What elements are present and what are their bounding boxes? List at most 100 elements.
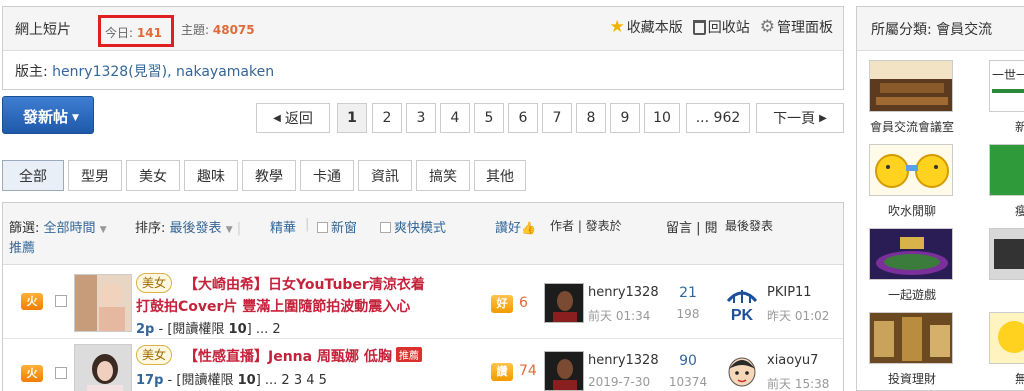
- pager-page-4[interactable]: 4: [440, 103, 470, 133]
- chevron-right-icon: ▶: [819, 112, 827, 124]
- pager-page-10[interactable]: 10: [644, 103, 680, 133]
- likes-sort-link[interactable]: 讚好👍: [495, 217, 536, 236]
- favorite-forum-link[interactable]: ★ 收藏本版: [610, 17, 683, 37]
- chitchat-image: [870, 145, 952, 195]
- sidebar-forum-meeting-room[interactable]: 會員交流會議室: [857, 60, 967, 135]
- avatar[interactable]: [722, 351, 762, 391]
- sidebar-forum-partial-3[interactable]: [977, 228, 1024, 280]
- thread-select-checkbox[interactable]: [55, 295, 67, 307]
- pager-page-8[interactable]: 8: [576, 103, 606, 133]
- table-row: 火 美女 【性感直播】Jenna 周甄娜 低胸 推薦 17p - [閱讀權限 10…: [3, 338, 843, 391]
- sort-filter: 排序: 最後發表 ▼ |: [135, 217, 241, 236]
- trash-icon: [692, 19, 706, 35]
- moderator-links[interactable]: henry1328(見習), nakayamaken: [52, 64, 274, 80]
- chevron-left-icon: ◀: [273, 112, 281, 124]
- tab-cartoon[interactable]: 卡通: [300, 160, 354, 191]
- author-link[interactable]: henry1328: [588, 353, 659, 368]
- post-date: 前天 01:34: [588, 309, 651, 323]
- forum-thumbnail: [989, 144, 1024, 196]
- reply-count[interactable]: 21: [663, 285, 713, 301]
- pager-page-2[interactable]: 2: [372, 103, 402, 133]
- tab-funny[interactable]: 搞笑: [416, 160, 470, 191]
- thread-title-link-cont[interactable]: 打鼓拍Cover片 豐滿上圍隨節拍波動震入心: [136, 296, 410, 316]
- view-count: 10374: [668, 375, 708, 389]
- pk-logo-icon: PK: [722, 283, 762, 323]
- digest-link[interactable]: 精華: [270, 217, 296, 236]
- pager-next-button[interactable]: 下一頁 ▶: [756, 103, 844, 133]
- tab-fun[interactable]: 趣味: [184, 160, 238, 191]
- likes-label: 讚好: [495, 221, 522, 236]
- read-permission-end: ]: [246, 322, 252, 337]
- time-filter: 篩選: 全部時間 ▼: [9, 217, 107, 236]
- thread-title-link[interactable]: 【性感直播】Jenna 周甄娜 低胸 推薦: [184, 346, 422, 366]
- thread-thumbnail[interactable]: [74, 274, 132, 332]
- quick-mode-toggle[interactable]: 爽快模式: [380, 217, 446, 236]
- sidebar-forum-games[interactable]: 一起遊戲: [857, 228, 967, 303]
- hot-thread-icon: 火: [21, 365, 43, 382]
- avatar-image: [545, 284, 583, 322]
- admin-label: 管理面板: [777, 20, 833, 36]
- sidebar-forum-investment[interactable]: 投資理財: [857, 312, 967, 387]
- pager-page-5[interactable]: 5: [474, 103, 504, 133]
- reply-count[interactable]: 90: [663, 353, 713, 369]
- pager-page-3[interactable]: 3: [406, 103, 436, 133]
- checkbox[interactable]: [317, 222, 328, 233]
- threads-label: 主題:: [181, 23, 210, 37]
- table-row: 火 美女 【大崎由希】日女YouTuber清涼衣着 打鼓拍Cover片 豐滿上圍…: [3, 265, 843, 337]
- view-count: 198: [676, 307, 700, 321]
- time-filter-dropdown[interactable]: 全部時間: [44, 221, 96, 236]
- forum-title: 網上短片: [15, 22, 71, 38]
- favorite-label: 收藏本版: [626, 20, 683, 36]
- thread-thumbnail[interactable]: [74, 344, 132, 391]
- last-post-date[interactable]: 昨天 01:02: [767, 307, 829, 324]
- avatar-image: [722, 351, 762, 391]
- new-window-toggle[interactable]: 新窗: [317, 217, 357, 236]
- last-poster-link[interactable]: PKIP11: [767, 285, 812, 300]
- forum-header: 網上短片 今日: 141 主題: 48075 ★ 收藏本版 回收站 ⚙ 管理面板…: [2, 6, 844, 90]
- pager-page-9[interactable]: 9: [610, 103, 640, 133]
- forum-caption: 一起遊戲: [887, 288, 936, 302]
- gear-icon: ⚙: [759, 17, 775, 37]
- pager-page-7[interactable]: 7: [542, 103, 572, 133]
- page-links[interactable]: ... 2: [256, 322, 281, 337]
- forum-thumbnail: [869, 144, 953, 196]
- today-count: 141: [136, 26, 162, 40]
- tab-men[interactable]: 型男: [68, 160, 122, 191]
- recycle-bin-link[interactable]: 回收站: [692, 17, 750, 37]
- sidebar-forum-chitchat[interactable]: 吹水閒聊: [857, 144, 967, 219]
- tab-all[interactable]: 全部: [2, 160, 64, 191]
- new-post-button[interactable]: 發新帖 ▼: [2, 96, 94, 134]
- divider: |: [236, 221, 242, 236]
- sidebar-forum-partial-4[interactable]: 無: [977, 312, 1024, 387]
- divider: |: [305, 217, 310, 232]
- checkbox[interactable]: [380, 222, 391, 233]
- recommend-link[interactable]: 推薦: [9, 237, 35, 256]
- sidebar-forum-partial-2[interactable]: 瘦: [977, 144, 1024, 219]
- avatar[interactable]: [544, 283, 584, 323]
- tab-other[interactable]: 其他: [474, 160, 526, 191]
- avatar[interactable]: [544, 351, 584, 391]
- pager-page-1[interactable]: 1: [337, 103, 367, 133]
- thread-title-link[interactable]: 【大崎由希】日女YouTuber清涼衣着: [184, 274, 425, 294]
- thread-select-checkbox[interactable]: [55, 367, 67, 379]
- thread-type-tag[interactable]: 美女: [136, 345, 173, 365]
- tab-tutorial[interactable]: 教學: [242, 160, 296, 191]
- last-poster-link[interactable]: xiaoyu7: [767, 353, 818, 368]
- author-link[interactable]: henry1328: [588, 285, 659, 300]
- tab-women[interactable]: 美女: [126, 160, 180, 191]
- sidebar-forum-partial-1[interactable]: 一世一 新: [977, 60, 1024, 135]
- forum-thumbnail: [989, 228, 1024, 280]
- category-label: 所屬分類:: [871, 22, 932, 38]
- last-post-date[interactable]: 前天 15:38: [767, 375, 829, 391]
- page-links[interactable]: ... 2 3 4 5: [265, 373, 327, 388]
- sort-dropdown[interactable]: 最後發表: [170, 221, 222, 236]
- pager-last-page[interactable]: ... 962: [686, 103, 750, 133]
- tab-news[interactable]: 資訊: [358, 160, 412, 191]
- pager-back-button[interactable]: ◀ 返回: [256, 103, 330, 133]
- pager-page-6[interactable]: 6: [508, 103, 538, 133]
- thread-type-tag[interactable]: 美女: [136, 273, 173, 293]
- avatar[interactable]: PK: [722, 283, 762, 323]
- admin-panel-link[interactable]: ⚙ 管理面板: [760, 17, 833, 37]
- new-window-label: 新窗: [331, 221, 358, 236]
- author-column-header: 作者 | 發表於: [550, 219, 622, 233]
